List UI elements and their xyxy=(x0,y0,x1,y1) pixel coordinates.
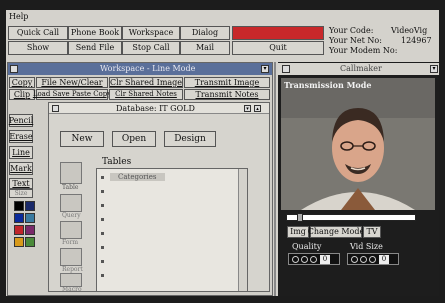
file-new-clear-button[interactable]: File New/Clear xyxy=(36,77,108,88)
stop-call-button[interactable]: Stop Call xyxy=(122,41,180,55)
transmission-mode-overlay: Transmission Mode xyxy=(284,80,372,90)
tv-button[interactable]: TV xyxy=(363,226,381,238)
list-item[interactable] xyxy=(101,187,110,195)
your-net-value: 124967 xyxy=(401,36,432,45)
clear-shared-image-button[interactable]: Clr Shared Image xyxy=(109,77,183,88)
send-file-button[interactable]: Send File xyxy=(68,41,122,55)
mark-tool[interactable]: Mark xyxy=(9,162,33,175)
video-minimize-icon[interactable]: ▾ xyxy=(430,65,438,73)
form-icon-label: Form xyxy=(62,239,79,246)
list-item[interactable] xyxy=(101,243,110,251)
macro-icon[interactable] xyxy=(60,273,82,287)
menu-help[interactable]: Help xyxy=(9,13,28,21)
transmit-notes-button[interactable]: Transmit Notes xyxy=(184,89,270,100)
video-slider[interactable] xyxy=(286,214,416,221)
load-save-paste-copy-button[interactable]: Load Save Paste Copy xyxy=(33,89,111,100)
transmit-image-button[interactable]: Transmit Image xyxy=(184,77,270,88)
divider xyxy=(274,62,276,296)
tables-list[interactable]: Categories xyxy=(96,168,248,292)
color-swatch-navy[interactable] xyxy=(25,201,35,211)
color-swatch-orange[interactable] xyxy=(14,237,24,247)
database-minimize-icon[interactable]: ▾ xyxy=(244,105,251,112)
tables-label: Tables xyxy=(102,157,132,167)
macro-icon-label: Macro xyxy=(62,286,82,293)
radio-icon[interactable] xyxy=(301,256,308,263)
radio-icon[interactable] xyxy=(369,256,376,263)
workspace-button[interactable]: Workspace xyxy=(122,26,180,40)
video-menu-icon[interactable] xyxy=(282,65,290,73)
line-tool[interactable]: Line xyxy=(9,146,33,159)
report-icon[interactable] xyxy=(60,248,82,266)
color-swatch-teal[interactable] xyxy=(25,213,35,223)
color-swatch-purple[interactable] xyxy=(25,225,35,235)
workspace-title: Workspace - Line Mode xyxy=(100,64,196,73)
database-menu-icon[interactable] xyxy=(52,105,59,112)
quality-value: 0 xyxy=(320,255,330,264)
dialog-button[interactable]: Dialog xyxy=(180,26,230,40)
person-video-image xyxy=(281,78,435,210)
table-icon-label: Table xyxy=(62,184,79,191)
quit-button[interactable]: Quit xyxy=(232,41,324,55)
copy-button[interactable]: Copy xyxy=(9,77,35,88)
your-modem-label: Your Modem No: xyxy=(329,46,398,55)
your-net-label: Your Net No: xyxy=(329,36,382,45)
query-icon-label: Query xyxy=(62,212,81,219)
open-button[interactable]: Open xyxy=(112,131,156,147)
list-item[interactable] xyxy=(101,201,110,209)
vid-size-label: Vid Size xyxy=(350,242,383,251)
list-scrollbar[interactable] xyxy=(238,169,247,291)
list-item[interactable] xyxy=(101,229,110,237)
show-button[interactable]: Show xyxy=(8,41,68,55)
radio-icon[interactable] xyxy=(360,256,367,263)
new-button[interactable]: New xyxy=(60,131,104,147)
status-indicator xyxy=(232,26,324,40)
pencil-tool[interactable]: Pencil xyxy=(9,114,33,127)
quick-call-button[interactable]: Quick Call xyxy=(8,26,68,40)
slider-thumb[interactable] xyxy=(297,213,303,222)
list-item[interactable] xyxy=(101,215,110,223)
color-swatch-blue[interactable] xyxy=(14,213,24,223)
quality-selector[interactable]: 0 xyxy=(288,253,340,265)
color-swatch-black[interactable] xyxy=(14,201,24,211)
window-menu-icon[interactable] xyxy=(10,65,18,73)
image-mode-button[interactable]: Img xyxy=(287,226,309,238)
query-icon[interactable] xyxy=(60,194,82,212)
vid-size-selector[interactable]: 0 xyxy=(347,253,399,265)
phone-book-button[interactable]: Phone Book xyxy=(68,26,122,40)
radio-icon[interactable] xyxy=(351,256,358,263)
monitor-frame: Help Quick Call Phone Book Workspace Dia… xyxy=(0,0,445,303)
your-code-value: VideoVig xyxy=(391,26,428,35)
radio-icon[interactable] xyxy=(310,256,317,263)
quality-label: Quality xyxy=(292,242,322,251)
change-mode-button[interactable]: Change Mode xyxy=(308,226,364,238)
database-title: Database: IT GOLD xyxy=(116,104,195,113)
radio-icon[interactable] xyxy=(292,256,299,263)
text-tool[interactable]: Text xyxy=(9,178,33,189)
clip-button[interactable]: Clip xyxy=(9,89,35,100)
list-item[interactable] xyxy=(101,257,110,265)
database-maximize-icon[interactable]: ▴ xyxy=(254,105,261,112)
color-swatch-red[interactable] xyxy=(14,225,24,235)
color-swatch-green[interactable] xyxy=(25,237,35,247)
erase-tool[interactable]: Erase xyxy=(9,130,33,143)
video-title: Callmaker xyxy=(340,64,382,73)
clear-shared-notes-button[interactable]: Clr Shared Notes xyxy=(109,89,183,100)
app-window: Help Quick Call Phone Book Workspace Dia… xyxy=(6,10,439,296)
minimize-icon[interactable]: ▾ xyxy=(261,65,269,73)
mail-button[interactable]: Mail xyxy=(180,41,230,55)
design-button[interactable]: Design xyxy=(164,131,216,147)
video-feed xyxy=(281,78,435,210)
table-icon[interactable] xyxy=(60,162,82,184)
your-code-label: Your Code: xyxy=(329,26,374,35)
size-tool[interactable]: Size xyxy=(9,189,33,198)
form-icon[interactable] xyxy=(60,221,82,239)
list-item[interactable] xyxy=(101,271,110,279)
vid-size-value: 0 xyxy=(379,255,389,264)
list-item[interactable]: Categories xyxy=(101,173,165,181)
